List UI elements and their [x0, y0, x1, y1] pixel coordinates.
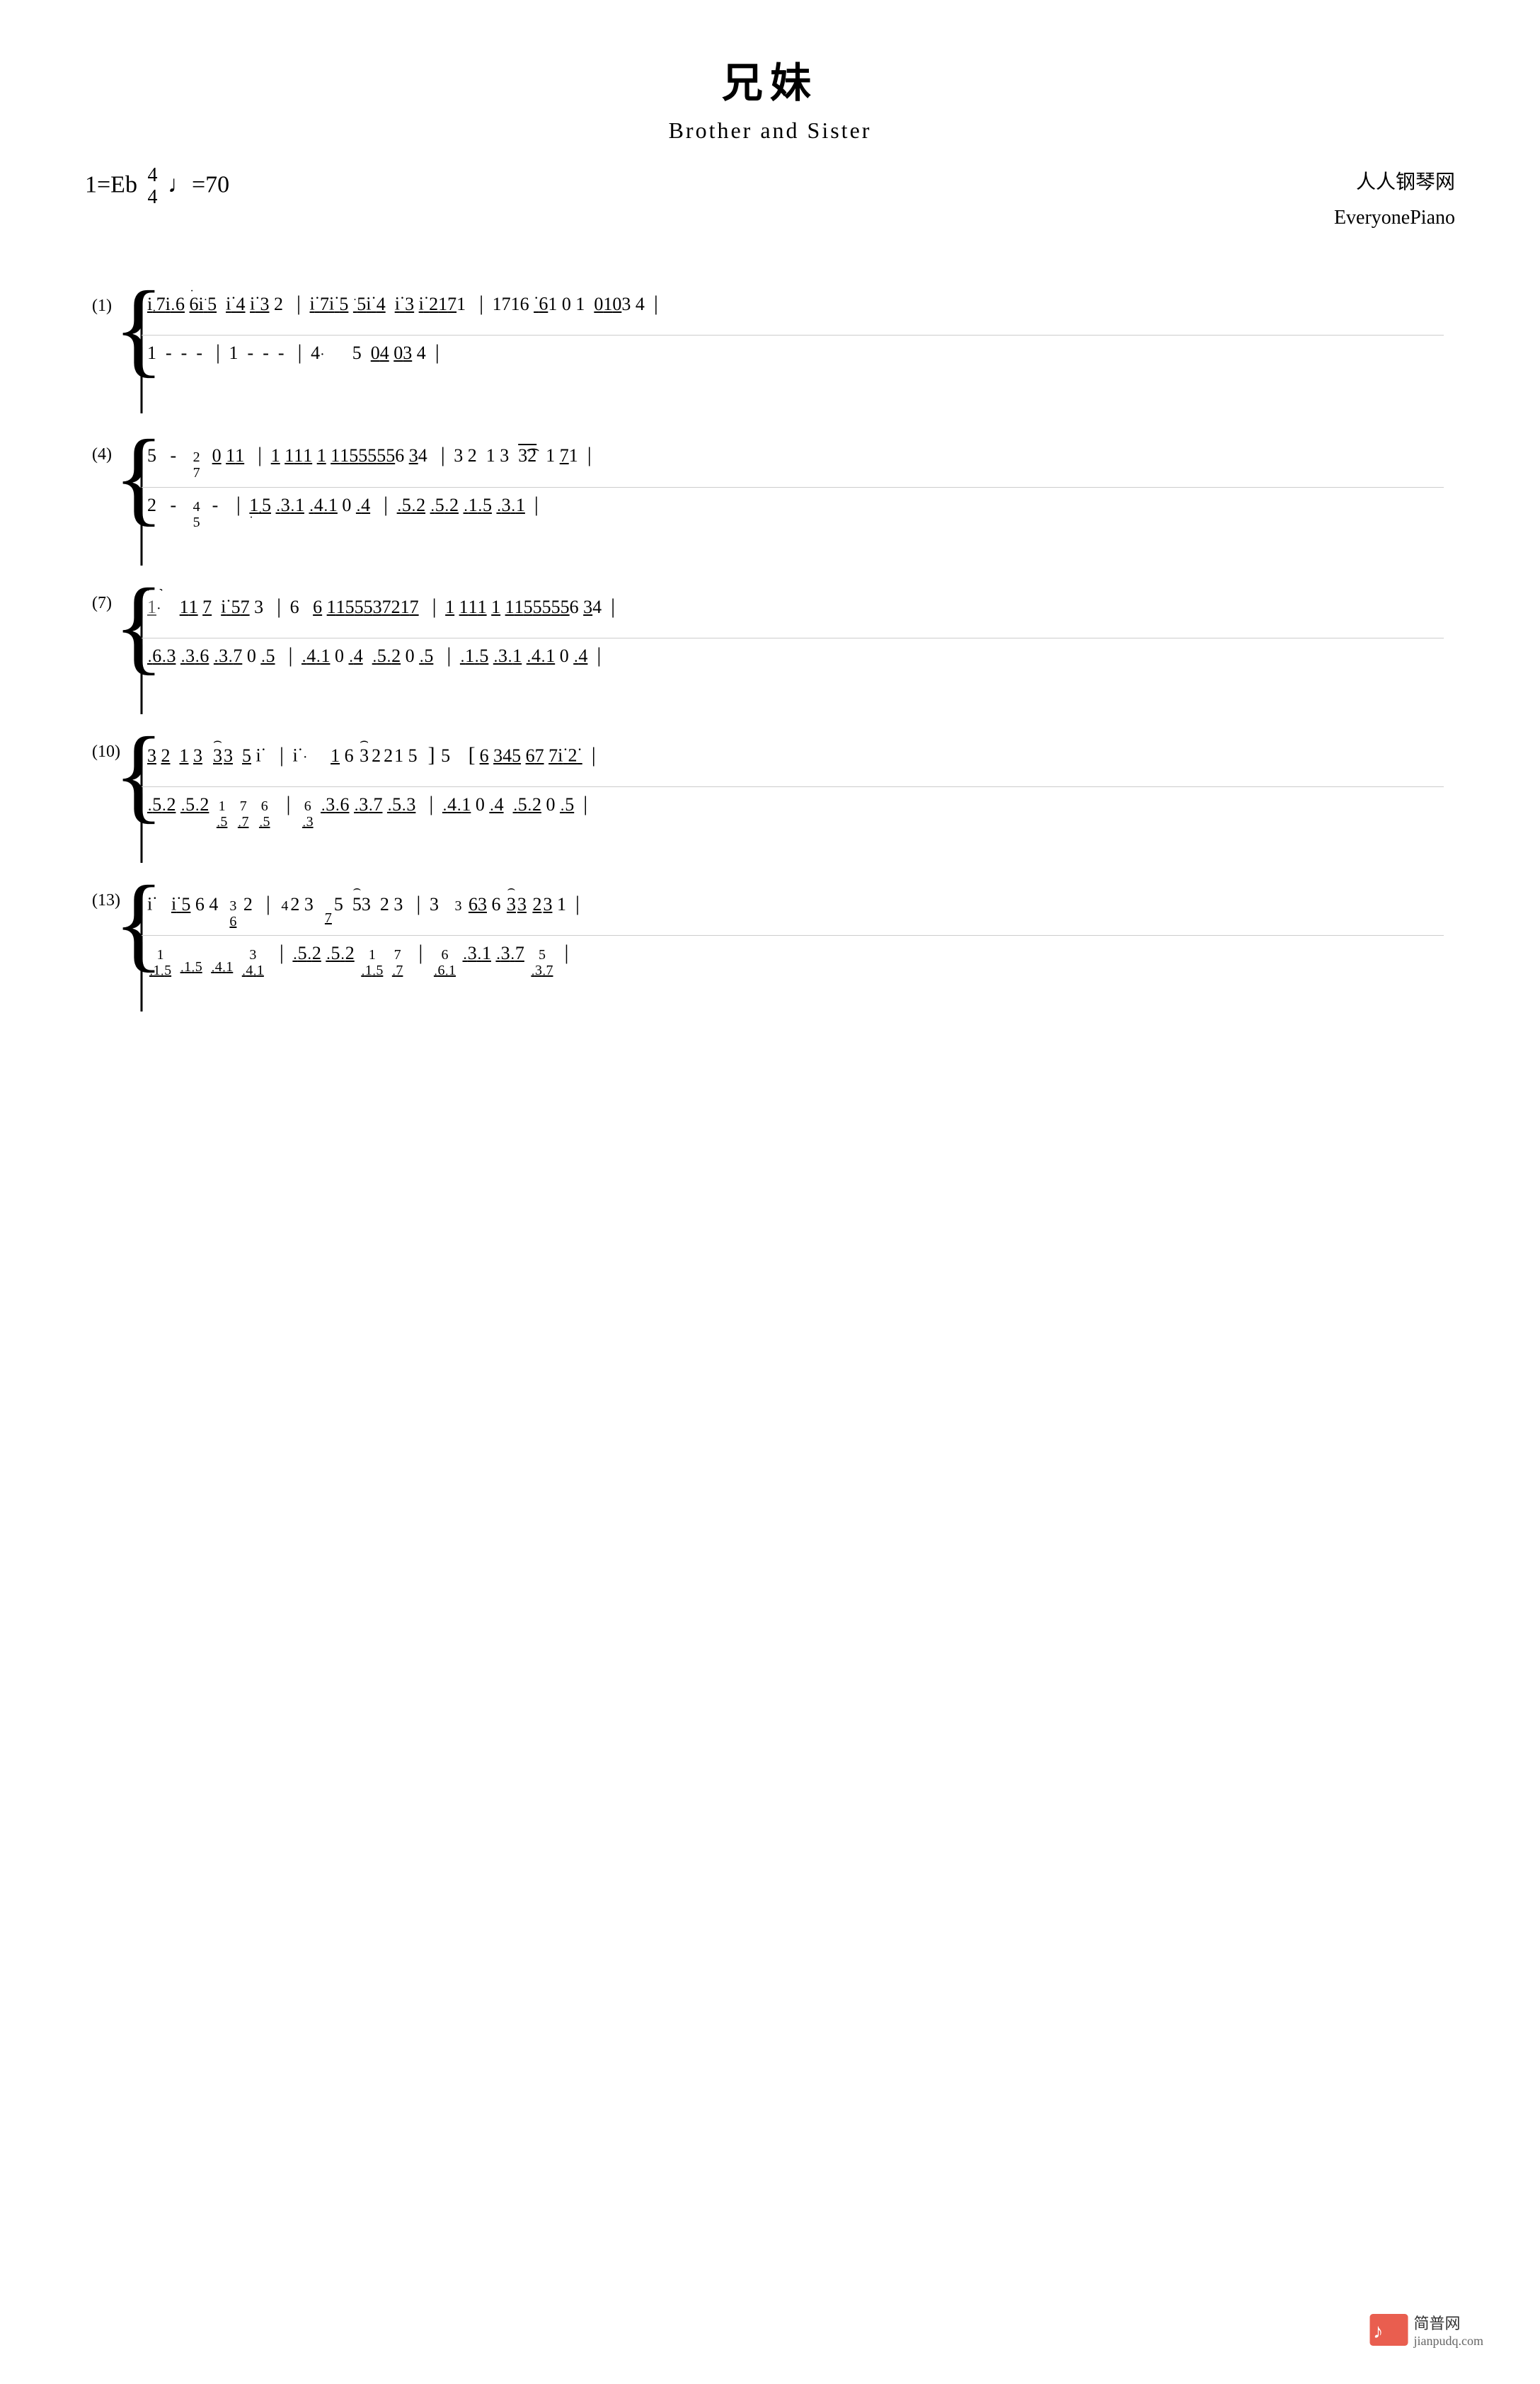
score-svg: (1) { i· 7 i· 6 ·6 i· — [85, 272, 1455, 2254]
title-section: 兄妹 Brother and Sister — [85, 50, 1455, 144]
key-tempo: 1=Eb 4 4 ♩=70 — [85, 165, 229, 236]
source-cn: 人人钢琴网 — [1334, 165, 1455, 200]
bottom-logo: ♪ 简普网 jianpudq.com — [1369, 2311, 1483, 2349]
page: 兄妹 Brother and Sister 1=Eb 4 4 ♩=70 人人钢琴… — [0, 0, 1540, 2328]
logo-svg: ♪ — [1369, 2314, 1408, 2346]
tempo: ♩=70 — [168, 172, 229, 198]
logo-url: jianpudq.com — [1414, 2334, 1483, 2349]
piece-subtitle: Brother and Sister — [85, 118, 1455, 144]
attribution: 人人钢琴网 EveryonePiano — [1334, 165, 1455, 236]
time-sig-num: 4 — [147, 165, 157, 187]
svg-text:(4): (4) — [92, 445, 112, 464]
time-sig-den: 4 — [147, 187, 157, 209]
header-meta: 1=Eb 4 4 ♩=70 人人钢琴网 EveryonePiano — [85, 165, 1455, 236]
key-signature: 1=Eb — [85, 172, 137, 198]
source-en: EveryonePiano — [1334, 200, 1455, 236]
score-area: (1) { i· 7 i· 6 ·6 i· — [85, 272, 1455, 2257]
logo-text-block: 简普网 jianpudq.com — [1414, 2311, 1483, 2349]
time-sig: 4 4 — [147, 165, 157, 209]
svg-text:(7): (7) — [92, 594, 112, 612]
svg-text:♪: ♪ — [1373, 2320, 1383, 2343]
system1-label: (1) — [92, 297, 112, 315]
logo-cn: 简普网 — [1414, 2311, 1461, 2334]
piece-title: 兄妹 — [85, 50, 1455, 109]
